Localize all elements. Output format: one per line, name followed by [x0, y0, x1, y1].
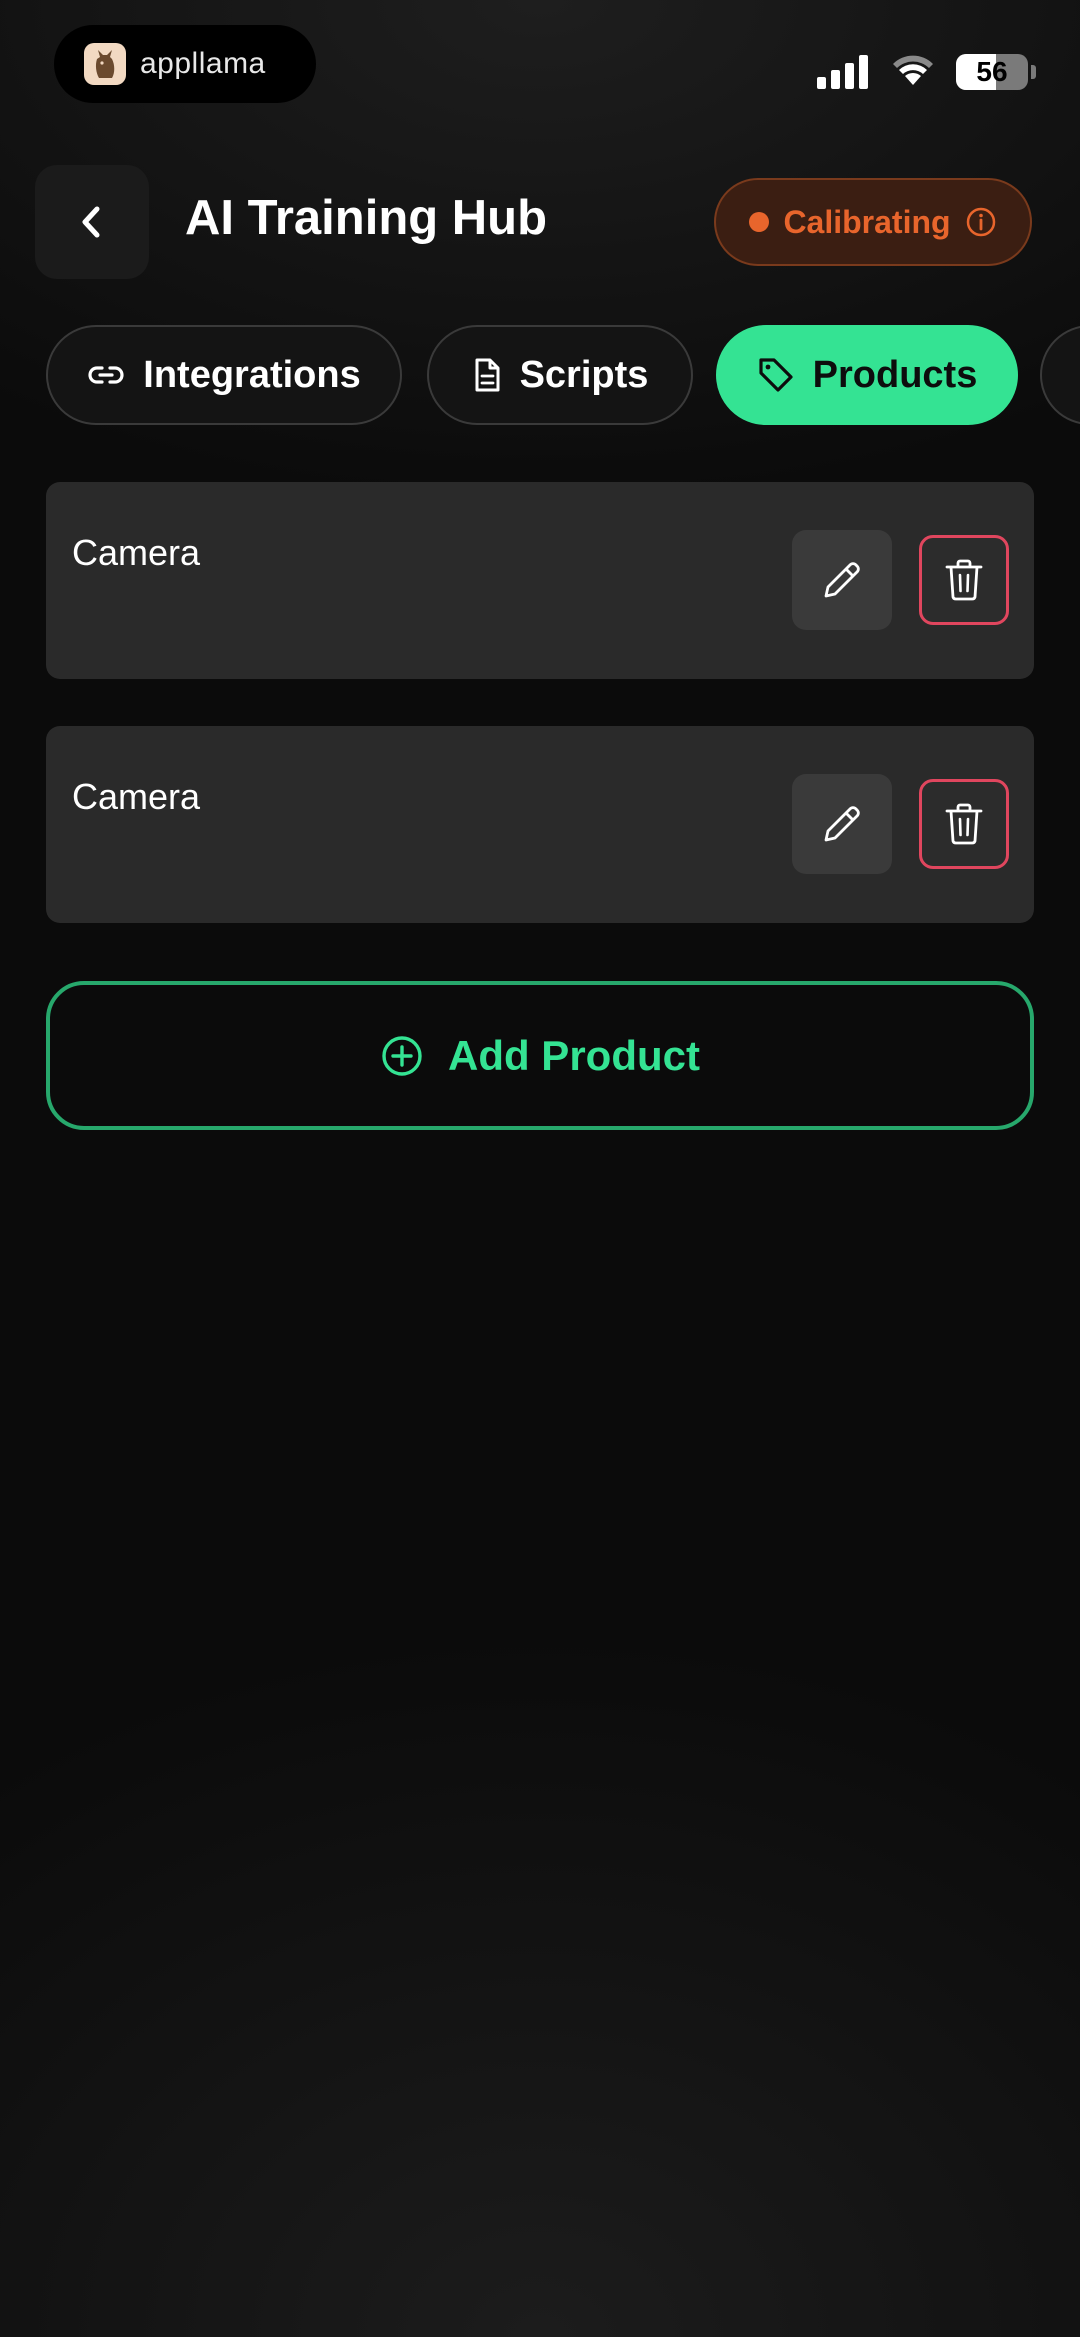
add-product-label: Add Product [448, 1031, 700, 1079]
document-icon [475, 358, 500, 392]
status-label: Calibrating [783, 203, 951, 240]
cellular-signal-icon [817, 55, 868, 89]
calibrating-status-chip[interactable]: Calibrating [714, 178, 1032, 266]
tab-label: Integrations [143, 353, 361, 396]
pencil-icon [824, 806, 860, 842]
tab-integrations[interactable]: Integrations [46, 325, 402, 425]
tag-icon [759, 358, 793, 392]
product-name: Camera [72, 776, 201, 817]
llama-logo-icon [84, 43, 126, 85]
info-icon[interactable] [965, 206, 997, 238]
wifi-icon [890, 53, 936, 92]
system-status: 56 [817, 50, 1036, 94]
product-name: Camera [72, 532, 201, 573]
back-button[interactable] [35, 165, 149, 279]
trash-icon [945, 559, 983, 601]
delete-button[interactable] [919, 779, 1009, 869]
battery-level: 56 [976, 56, 1008, 87]
edit-button[interactable] [792, 774, 892, 874]
status-dot [749, 212, 770, 232]
battery-cap [1031, 65, 1036, 79]
plus-circle-icon [382, 1035, 422, 1076]
page-title: AI Training Hub [185, 191, 548, 245]
tab-label: Scripts [519, 353, 649, 396]
battery-icon: 56 [956, 54, 1028, 90]
product-card: Camera [46, 482, 1034, 679]
delete-button[interactable] [919, 535, 1009, 625]
tab-more[interactable] [1040, 325, 1080, 425]
trash-icon [945, 803, 983, 845]
tab-bar: Integrations Scripts Products [46, 325, 1080, 425]
brand-pill: appllama [54, 25, 316, 103]
tab-products[interactable]: Products [716, 325, 1018, 425]
add-product-button[interactable]: Add Product [46, 981, 1034, 1130]
tab-label: Products [812, 353, 978, 396]
product-card: Camera [46, 726, 1034, 923]
chevron-left-icon [82, 206, 100, 238]
brand-name: appllama [140, 47, 266, 80]
link-icon [88, 366, 124, 384]
edit-button[interactable] [792, 530, 892, 630]
app-screen: appllama 56 AI Training Hub Calibrating … [0, 0, 1080, 2337]
pencil-icon [824, 562, 860, 598]
tab-scripts[interactable]: Scripts [427, 325, 693, 425]
